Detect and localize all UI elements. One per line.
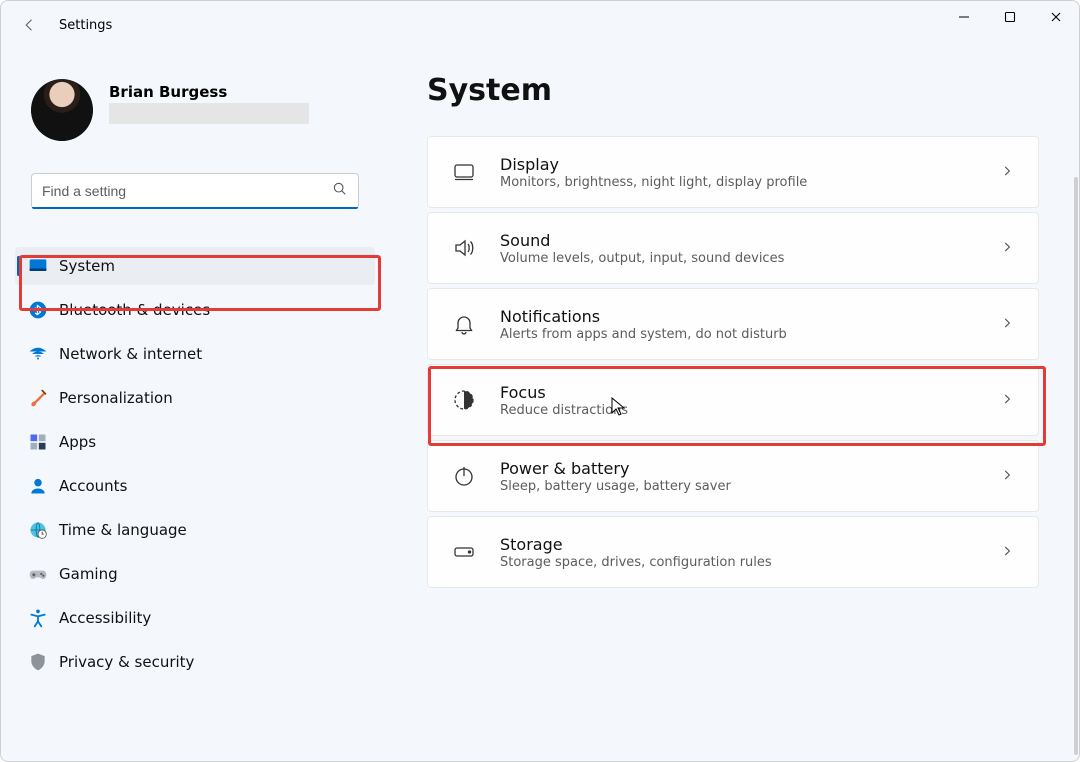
card-title: Storage (500, 535, 772, 554)
titlebar: Settings (1, 1, 1079, 49)
setting-notifications[interactable]: Notifications Alerts from apps and syste… (427, 288, 1039, 360)
bell-icon (450, 312, 478, 336)
nav-label: System (59, 257, 115, 275)
apps-icon (27, 431, 49, 453)
gamepad-icon (27, 563, 49, 585)
nav-item-bluetooth[interactable]: Bluetooth & devices (15, 291, 375, 329)
setting-focus[interactable]: Focus Reduce distractions (427, 364, 1039, 436)
chevron-right-icon (1000, 315, 1014, 334)
brush-icon (27, 387, 49, 409)
nav-item-gaming[interactable]: Gaming (15, 555, 375, 593)
nav-label: Network & internet (59, 345, 202, 363)
sidebar: Brian Burgess System (1, 49, 381, 761)
back-button[interactable] (21, 16, 39, 34)
card-desc: Storage space, drives, configuration rul… (500, 555, 772, 570)
app-title: Settings (59, 18, 112, 33)
accessibility-icon (27, 607, 49, 629)
window-controls (941, 1, 1079, 33)
nav-item-privacy[interactable]: Privacy & security (15, 643, 375, 681)
nav-label: Gaming (59, 565, 118, 583)
main-panel: System Display Monitors, brightness, nig… (381, 49, 1079, 761)
globe-clock-icon (27, 519, 49, 541)
nav-label: Apps (59, 433, 96, 451)
profile-name: Brian Burgess (109, 83, 309, 101)
setting-sound[interactable]: Sound Volume levels, output, input, soun… (427, 212, 1039, 284)
setting-power[interactable]: Power & battery Sleep, battery usage, ba… (427, 440, 1039, 512)
nav-label: Personalization (59, 389, 173, 407)
nav-label: Bluetooth & devices (59, 301, 210, 319)
shield-icon (27, 651, 49, 673)
chevron-right-icon (1000, 543, 1014, 562)
storage-icon (450, 540, 478, 564)
card-desc: Reduce distractions (500, 403, 628, 418)
avatar (31, 79, 93, 141)
profile-email-redacted (109, 103, 309, 124)
wifi-icon (27, 343, 49, 365)
nav-item-accounts[interactable]: Accounts (15, 467, 375, 505)
card-desc: Alerts from apps and system, do not dist… (500, 327, 787, 342)
chevron-right-icon (1000, 239, 1014, 258)
nav-list: System Bluetooth & devices Network & int… (1, 241, 381, 687)
chevron-right-icon (1000, 467, 1014, 486)
focus-icon (450, 388, 478, 412)
settings-window: Settings Brian Burgess (0, 0, 1080, 762)
nav-item-personalization[interactable]: Personalization (15, 379, 375, 417)
nav-item-network[interactable]: Network & internet (15, 335, 375, 373)
power-icon (450, 464, 478, 488)
minimize-button[interactable] (941, 1, 987, 33)
nav-item-apps[interactable]: Apps (15, 423, 375, 461)
search-box[interactable] (31, 173, 359, 209)
profile[interactable]: Brian Burgess (1, 63, 381, 149)
maximize-button[interactable] (987, 1, 1033, 33)
nav-label: Accounts (59, 477, 127, 495)
nav-item-time-language[interactable]: Time & language (15, 511, 375, 549)
bluetooth-icon (27, 299, 49, 321)
card-desc: Monitors, brightness, night light, displ… (500, 175, 807, 190)
nav-label: Privacy & security (59, 653, 194, 671)
sound-icon (450, 236, 478, 260)
card-title: Power & battery (500, 459, 731, 478)
card-title: Display (500, 155, 807, 174)
card-title: Focus (500, 383, 628, 402)
chevron-right-icon (1000, 163, 1014, 182)
nav-label: Accessibility (59, 609, 151, 627)
body: Brian Burgess System (1, 49, 1079, 761)
scrollbar[interactable] (1074, 177, 1078, 755)
profile-text: Brian Burgess (109, 79, 309, 124)
setting-storage[interactable]: Storage Storage space, drives, configura… (427, 516, 1039, 588)
nav-label: Time & language (59, 521, 187, 539)
page-title: System (427, 73, 1039, 108)
chevron-right-icon (1000, 391, 1014, 410)
person-icon (27, 475, 49, 497)
search-icon (332, 181, 348, 201)
display-icon (450, 160, 478, 184)
card-title: Notifications (500, 307, 787, 326)
nav-item-system[interactable]: System (15, 247, 375, 285)
card-title: Sound (500, 231, 784, 250)
card-desc: Volume levels, output, input, sound devi… (500, 251, 784, 266)
settings-list: Display Monitors, brightness, night ligh… (427, 136, 1039, 588)
nav-item-accessibility[interactable]: Accessibility (15, 599, 375, 637)
card-desc: Sleep, battery usage, battery saver (500, 479, 731, 494)
system-icon (27, 255, 49, 277)
setting-display[interactable]: Display Monitors, brightness, night ligh… (427, 136, 1039, 208)
close-button[interactable] (1033, 1, 1079, 33)
search-input[interactable] (42, 183, 332, 199)
